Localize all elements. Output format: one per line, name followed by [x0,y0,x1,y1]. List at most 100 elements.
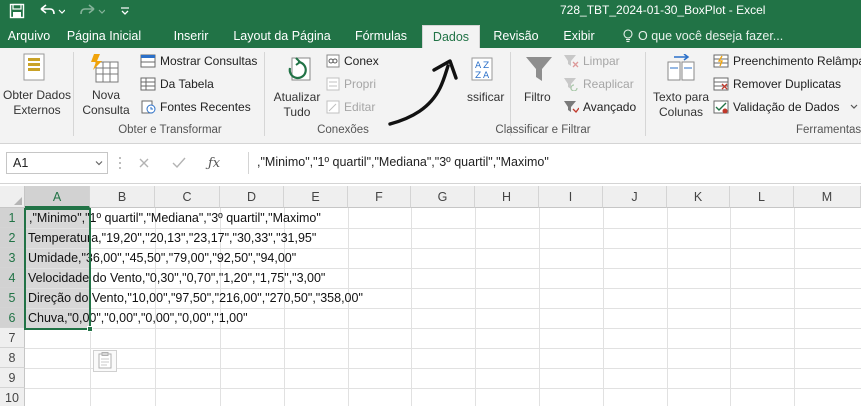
show-queries-button[interactable]: Mostrar Consultas [140,54,257,68]
row-header-5[interactable]: 5 [0,288,25,308]
clear-filter-icon [564,55,579,68]
column-header-c[interactable]: C [155,186,220,208]
column-header-a[interactable]: A [25,186,90,208]
select-all-triangle [14,197,22,205]
text-to-columns-icon [666,53,696,87]
row-header-8[interactable]: 8 [0,348,25,368]
column-header-g[interactable]: G [411,186,475,208]
row-header-6[interactable]: 6 [0,308,25,328]
remove-duplicates-button[interactable]: Remover Duplicatas [713,77,841,91]
connections-icon [326,54,340,68]
column-header-f[interactable]: F [348,186,411,208]
refresh-all-label-2: Tudo [283,105,311,119]
row-header-9[interactable]: 9 [0,368,25,388]
properties-icon [326,77,340,91]
column-header-b[interactable]: B [90,186,155,208]
sort-button[interactable]: ssificar [467,90,504,104]
from-table-button[interactable]: Da Tabela [140,77,214,91]
column-header-k[interactable]: K [667,186,730,208]
filter-button[interactable]: Filtro [524,90,551,104]
new-query-label-1: Nova [91,88,120,102]
tab-arquivo[interactable]: Arquivo [3,25,55,48]
connections-button[interactable]: Conex [326,54,379,68]
tab-pagina-inicial[interactable]: Página Inicial [56,25,152,48]
undo-button[interactable] [34,1,68,21]
row-header-10[interactable]: 10 [0,388,25,406]
tab-layout-da-pagina[interactable]: Layout da Página [228,25,336,48]
svg-text:Z: Z [475,71,481,81]
external-data-icon [20,52,50,89]
paste-options-button[interactable] [93,350,117,372]
cancel-icon[interactable] [138,157,150,169]
remove-duplicates-label: Remover Duplicatas [733,77,842,91]
column-header-m[interactable]: M [794,186,861,208]
formula-bar-icons: ƒx [138,152,220,174]
separator [73,52,74,136]
reapply-button[interactable]: Reaplicar [563,77,634,91]
chevron-down-icon[interactable] [95,159,103,167]
svg-text:A: A [475,61,482,71]
grip-dots-icon [119,157,121,169]
tell-me-box[interactable]: O que você deseja fazer... [622,25,783,47]
data-validation-icon [713,100,729,114]
gridline [25,368,861,369]
row-header-2[interactable]: 2 [0,228,25,248]
column-header-l[interactable]: L [730,186,794,208]
group-label-tools: Ferramentas [796,124,861,136]
worksheet-grid[interactable]: A B C D E F G H I J K L M 1 2 3 4 5 6 7 … [0,184,861,406]
remove-duplicates-icon [713,77,729,91]
tab-dados[interactable]: Dados [422,25,480,48]
external-data-button[interactable]: Obter Dados Externos [3,88,71,118]
column-header-h[interactable]: H [475,186,539,208]
insert-function-icon[interactable]: ƒx [208,156,220,171]
title-bar: 728_TBT_2024-01-30_BoxPlot - Excel [0,0,861,22]
tab-formulas[interactable]: Fórmulas [346,25,416,48]
flash-fill-label: Preenchimento Relâmpa [733,54,861,68]
fill-handle[interactable] [87,326,93,332]
row-header-1[interactable]: 1 [0,208,25,228]
advanced-filter-icon [564,101,579,113]
column-header-j[interactable]: J [603,186,667,208]
data-validation-button[interactable]: Validação de Dados [713,100,858,114]
row-header-3[interactable]: 3 [0,248,25,268]
enter-check-icon[interactable] [172,157,186,169]
edit-links-button[interactable]: Editar [326,100,375,114]
tab-revisao[interactable]: Revisão [486,25,546,48]
group-label-sort-filter: Classificar e Filtrar [495,124,591,136]
gridline [730,208,731,406]
recent-sources-button[interactable]: Fontes Recentes [140,100,251,114]
refresh-all-button[interactable]: Atualizar Tudo [268,90,326,120]
quick-access-toolbar [6,1,136,21]
new-query-button[interactable]: Nova Consulta [76,88,136,118]
customize-qat-button[interactable] [114,1,136,21]
external-data-label-2: Externos [13,103,61,117]
save-button[interactable] [6,1,28,21]
column-header-i[interactable]: I [539,186,603,208]
flash-fill-button[interactable]: Preenchimento Relâmpa [713,54,861,68]
ribbon-dados: Obter Dados Externos Nova Consulta Mostr… [0,48,861,144]
gridline [411,208,412,406]
select-all-button[interactable] [0,186,25,208]
show-queries-label: Mostrar Consultas [160,54,258,68]
annotation-arrow-icon [388,59,458,126]
reapply-label: Reaplicar [583,77,634,91]
formula-input[interactable]: ,"Minimo","1º quartil","Mediana","3º qua… [248,152,854,174]
properties-button[interactable]: Propri [326,77,376,91]
column-header-d[interactable]: D [220,186,284,208]
recent-sources-label: Fontes Recentes [160,100,251,114]
row-header-7[interactable]: 7 [0,328,25,348]
tab-inserir[interactable]: Inserir [162,25,220,48]
gridline [25,328,861,329]
redo-button[interactable] [74,1,108,21]
svg-text:Z: Z [483,61,489,71]
advanced-filter-label: Avançado [583,100,637,114]
tab-exibir[interactable]: Exibir [554,25,604,48]
clear-filter-button[interactable]: Limpar [563,54,620,68]
name-box[interactable]: A1 [6,152,108,174]
formula-bar-grip[interactable] [118,156,122,170]
advanced-filter-button[interactable]: Avançado [563,100,636,114]
row-header-4[interactable]: 4 [0,268,25,288]
column-header-e[interactable]: E [284,186,348,208]
text-to-columns-button[interactable]: Texto para Colunas [650,90,712,120]
formula-bar: A1 ƒx ,"Minimo","1º quartil","Mediana","… [0,144,861,184]
